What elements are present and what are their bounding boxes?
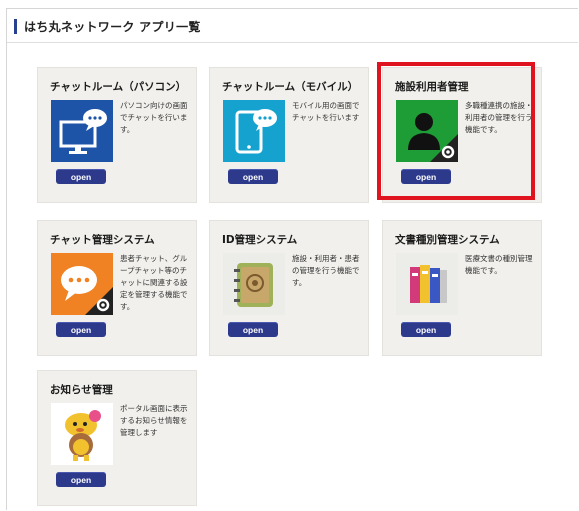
open-button[interactable]: open	[228, 169, 278, 184]
open-button[interactable]: open	[56, 322, 106, 337]
open-button[interactable]: open	[56, 472, 106, 487]
card-description: モバイル用の画面でチャットを行います	[292, 101, 360, 122]
app-card-facility-user-admin: 施設利用者管理 多職種連携の施設・利用者の管理を行う機能です。 open	[382, 67, 542, 203]
app-card-chat-mobile: チャットルーム（モバイル） モバイル用の画面でチャットを行います open	[209, 67, 369, 203]
card-title: ID管理システム	[222, 234, 298, 246]
binders-icon	[396, 253, 458, 315]
open-button[interactable]: open	[401, 169, 451, 184]
chat-settings-icon	[51, 253, 113, 315]
card-title: チャット管理システム	[50, 234, 155, 246]
card-description: 多職種連携の施設・利用者の管理を行う機能です。	[465, 101, 533, 134]
card-title: チャットルーム（モバイル）	[222, 81, 359, 93]
card-description: 患者チャット、グループチャット等のチャットに関連する設定を管理する機能です。	[120, 254, 188, 311]
open-button[interactable]: open	[56, 169, 106, 184]
desktop-chat-icon	[51, 100, 113, 162]
app-card-doc-type-management: 文書種別管理システム 医療文書の種別管理機能です。 open	[382, 220, 542, 356]
header-accent-bar	[14, 19, 17, 34]
app-card-notice-management: お知らせ管理 ポータル画面に表示するお知らせ情報を管理します open	[37, 370, 197, 506]
app-card-id-management: ID管理システム 施設・利用者・患者の管理を行う機能です。 open	[209, 220, 369, 356]
card-title: 施設利用者管理	[395, 81, 469, 93]
page-title: はち丸ネットワーク アプリ一覧	[24, 20, 201, 34]
card-description: 施設・利用者・患者の管理を行う機能です。	[292, 254, 360, 287]
open-button[interactable]: open	[228, 322, 278, 337]
card-description: パソコン向けの画面でチャットを行います。	[120, 101, 188, 134]
app-card-chat-management: チャット管理システム 患者チャット、グループチャット等のチャットに関連する設定を…	[37, 220, 197, 356]
card-description: 医療文書の種別管理機能です。	[465, 254, 533, 275]
mobile-chat-icon	[223, 100, 285, 162]
app-card-chat-pc: チャットルーム（パソコン） パソコン向けの画面でチャットを行います。 open	[37, 67, 197, 203]
card-title: チャットルーム（パソコン）	[50, 81, 187, 93]
panel-header: はち丸ネットワーク アプリ一覧	[7, 9, 578, 43]
card-description: ポータル画面に表示するお知らせ情報を管理します	[120, 404, 188, 437]
card-title: 文書種別管理システム	[395, 234, 500, 246]
card-title: お知らせ管理	[50, 384, 113, 396]
address-book-icon	[223, 253, 285, 315]
open-button[interactable]: open	[401, 322, 451, 337]
user-admin-icon	[396, 100, 458, 162]
mascot-icon	[51, 403, 113, 465]
